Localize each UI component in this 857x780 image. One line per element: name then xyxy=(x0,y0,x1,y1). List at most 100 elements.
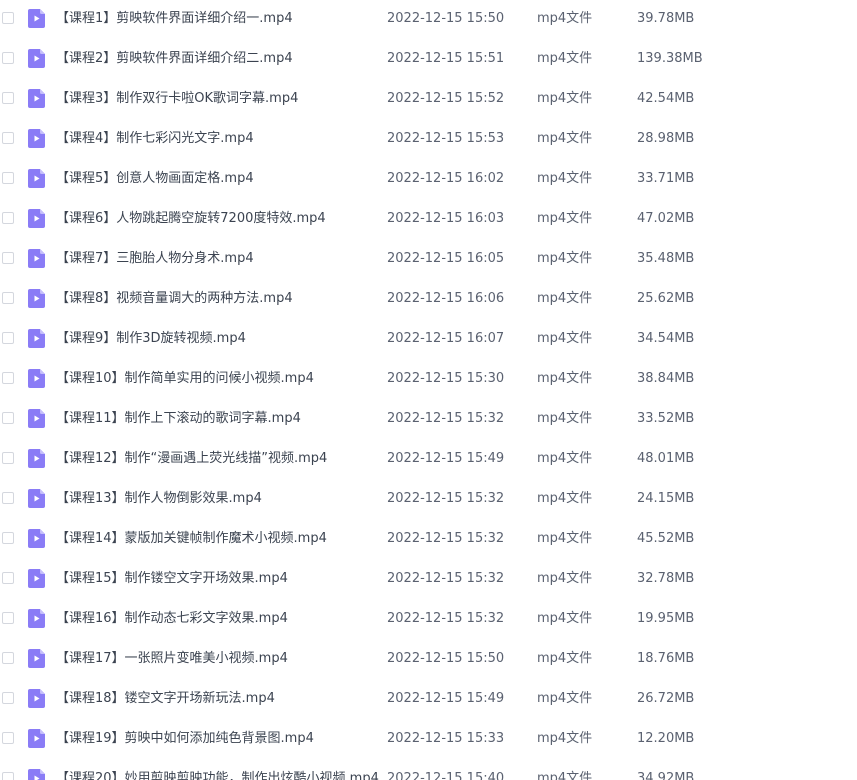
row-checkbox[interactable] xyxy=(2,332,14,344)
row-checkbox[interactable] xyxy=(2,652,14,664)
file-row[interactable]: 【课程2】剪映软件界面详细介绍二.mp4 2022-12-15 15:51 mp4文… xyxy=(0,40,857,80)
row-checkbox[interactable] xyxy=(2,12,14,24)
file-row[interactable]: 【课程7】三胞胎人物分身术.mp4 2022-12-15 16:05 mp4文件 35… xyxy=(0,240,857,280)
file-row[interactable]: 【课程9】制作3D旋转视频.mp4 2022-12-15 16:07 mp4文件 34… xyxy=(0,320,857,360)
file-row[interactable]: 【课程18】镂空文字开场新玩法.mp4 2022-12-15 15:49 mp4文件… xyxy=(0,680,857,720)
file-size: 33.52MB xyxy=(637,411,695,426)
file-date: 2022-12-15 15:32 xyxy=(387,491,505,506)
video-file-icon xyxy=(28,129,45,148)
row-checkbox[interactable] xyxy=(2,412,14,424)
file-name[interactable]: 【课程1】剪映软件界面详细介绍一.mp4 xyxy=(56,0,293,38)
file-date: 2022-12-15 15:49 xyxy=(387,691,505,706)
file-row[interactable]: 【课程11】制作上下滚动的歌词字幕.mp4 2022-12-15 15:32 mp4… xyxy=(0,400,857,440)
file-row[interactable]: 【课程1】剪映软件界面详细介绍一.mp4 2022-12-15 15:50 mp4文… xyxy=(0,0,857,40)
row-checkbox[interactable] xyxy=(2,132,14,144)
file-row[interactable]: 【课程19】剪映中如何添加纯色背景图.mp4 2022-12-15 15:33 mp… xyxy=(0,720,857,760)
file-name[interactable]: 【课程8】视频音量调大的两种方法.mp4 xyxy=(56,280,293,318)
row-checkbox[interactable] xyxy=(2,572,14,584)
file-row[interactable]: 【课程15】制作镂空文字开场效果.mp4 2022-12-15 15:32 mp4文… xyxy=(0,560,857,600)
file-row[interactable]: 【课程10】制作简单实用的问候小视频.mp4 2022-12-15 15:30 mp… xyxy=(0,360,857,400)
file-type: mp4文件 xyxy=(537,371,593,386)
file-size: 19.95MB xyxy=(637,611,695,626)
file-type: mp4文件 xyxy=(537,491,593,506)
file-name[interactable]: 【课程12】制作“漫画遇上荧光线描”视频.mp4 xyxy=(56,440,327,478)
video-file-icon xyxy=(28,89,45,108)
file-name[interactable]: 【课程10】制作简单实用的问候小视频.mp4 xyxy=(56,360,314,398)
file-row[interactable]: 【课程16】制作动态七彩文字效果.mp4 2022-12-15 15:32 mp4文… xyxy=(0,600,857,640)
file-name[interactable]: 【课程18】镂空文字开场新玩法.mp4 xyxy=(56,680,275,718)
file-date: 2022-12-15 15:32 xyxy=(387,611,505,626)
file-name[interactable]: 【课程6】人物跳起腾空旋转7200度特效.mp4 xyxy=(56,200,326,238)
file-row[interactable]: 【课程17】一张照片变唯美小视频.mp4 2022-12-15 15:50 mp4文… xyxy=(0,640,857,680)
file-name[interactable]: 【课程3】制作双行卡啦OK歌词字幕.mp4 xyxy=(56,80,298,118)
file-date: 2022-12-15 16:03 xyxy=(387,211,505,226)
row-checkbox[interactable] xyxy=(2,532,14,544)
file-date: 2022-12-15 15:40 xyxy=(387,771,505,780)
file-name[interactable]: 【课程15】制作镂空文字开场效果.mp4 xyxy=(56,560,288,598)
video-file-icon xyxy=(28,449,45,468)
file-type: mp4文件 xyxy=(537,251,593,266)
file-type: mp4文件 xyxy=(537,611,593,626)
file-date: 2022-12-15 15:53 xyxy=(387,131,505,146)
file-row[interactable]: 【课程8】视频音量调大的两种方法.mp4 2022-12-15 16:06 mp4文… xyxy=(0,280,857,320)
file-type: mp4文件 xyxy=(537,211,593,226)
file-name[interactable]: 【课程7】三胞胎人物分身术.mp4 xyxy=(56,240,254,278)
file-date: 2022-12-15 15:32 xyxy=(387,411,505,426)
file-type: mp4文件 xyxy=(537,51,593,66)
file-row[interactable]: 【课程3】制作双行卡啦OK歌词字幕.mp4 2022-12-15 15:52 mp4… xyxy=(0,80,857,120)
video-file-icon xyxy=(28,369,45,388)
video-file-icon xyxy=(28,489,45,508)
file-name[interactable]: 【课程9】制作3D旋转视频.mp4 xyxy=(56,320,246,358)
file-name[interactable]: 【课程16】制作动态七彩文字效果.mp4 xyxy=(56,600,288,638)
row-checkbox[interactable] xyxy=(2,252,14,264)
video-file-icon xyxy=(28,169,45,188)
file-date: 2022-12-15 15:32 xyxy=(387,531,505,546)
file-name[interactable]: 【课程4】制作七彩闪光文字.mp4 xyxy=(56,120,254,158)
file-row[interactable]: 【课程6】人物跳起腾空旋转7200度特效.mp4 2022-12-15 16:03… xyxy=(0,200,857,240)
row-checkbox[interactable] xyxy=(2,372,14,384)
file-name[interactable]: 【课程20】妙用剪映剪映功能，制作出炫酷小视频.mp4 xyxy=(56,760,379,780)
video-file-icon xyxy=(28,289,45,308)
file-date: 2022-12-15 15:33 xyxy=(387,731,505,746)
file-date: 2022-12-15 15:32 xyxy=(387,571,505,586)
file-name[interactable]: 【课程11】制作上下滚动的歌词字幕.mp4 xyxy=(56,400,301,438)
file-name[interactable]: 【课程19】剪映中如何添加纯色背景图.mp4 xyxy=(56,720,314,758)
file-list: 【课程1】剪映软件界面详细介绍一.mp4 2022-12-15 15:50 mp4文… xyxy=(0,0,857,780)
file-name[interactable]: 【课程5】创意人物画面定格.mp4 xyxy=(56,160,254,198)
file-type: mp4文件 xyxy=(537,411,593,426)
file-date: 2022-12-15 16:06 xyxy=(387,291,505,306)
file-name[interactable]: 【课程14】蒙版加关键帧制作魔术小视频.mp4 xyxy=(56,520,327,558)
file-row[interactable]: 【课程12】制作“漫画遇上荧光线描”视频.mp4 2022-12-15 15:49… xyxy=(0,440,857,480)
file-size: 34.92MB xyxy=(637,771,695,780)
row-checkbox[interactable] xyxy=(2,612,14,624)
file-size: 35.48MB xyxy=(637,251,695,266)
row-checkbox[interactable] xyxy=(2,292,14,304)
file-row[interactable]: 【课程13】制作人物倒影效果.mp4 2022-12-15 15:32 mp4文件 2… xyxy=(0,480,857,520)
row-checkbox[interactable] xyxy=(2,772,14,780)
row-checkbox[interactable] xyxy=(2,52,14,64)
row-checkbox[interactable] xyxy=(2,692,14,704)
file-date: 2022-12-15 16:05 xyxy=(387,251,505,266)
file-size: 139.38MB xyxy=(637,51,703,66)
file-type: mp4文件 xyxy=(537,91,593,106)
file-name[interactable]: 【课程13】制作人物倒影效果.mp4 xyxy=(56,480,262,518)
file-name[interactable]: 【课程17】一张照片变唯美小视频.mp4 xyxy=(56,640,288,678)
file-row[interactable]: 【课程5】创意人物画面定格.mp4 2022-12-15 16:02 mp4文件 33… xyxy=(0,160,857,200)
file-row[interactable]: 【课程20】妙用剪映剪映功能，制作出炫酷小视频.mp4 2022-12-15 15… xyxy=(0,760,857,780)
file-type: mp4文件 xyxy=(537,771,593,780)
row-checkbox[interactable] xyxy=(2,172,14,184)
file-type: mp4文件 xyxy=(537,331,593,346)
file-row[interactable]: 【课程4】制作七彩闪光文字.mp4 2022-12-15 15:53 mp4文件 28… xyxy=(0,120,857,160)
file-size: 38.84MB xyxy=(637,371,695,386)
row-checkbox[interactable] xyxy=(2,732,14,744)
file-date: 2022-12-15 15:49 xyxy=(387,451,505,466)
row-checkbox[interactable] xyxy=(2,92,14,104)
video-file-icon xyxy=(28,249,45,268)
row-checkbox[interactable] xyxy=(2,212,14,224)
row-checkbox[interactable] xyxy=(2,492,14,504)
file-type: mp4文件 xyxy=(537,291,593,306)
row-checkbox[interactable] xyxy=(2,452,14,464)
video-file-icon xyxy=(28,649,45,668)
file-row[interactable]: 【课程14】蒙版加关键帧制作魔术小视频.mp4 2022-12-15 15:32 m… xyxy=(0,520,857,560)
file-name[interactable]: 【课程2】剪映软件界面详细介绍二.mp4 xyxy=(56,40,293,78)
